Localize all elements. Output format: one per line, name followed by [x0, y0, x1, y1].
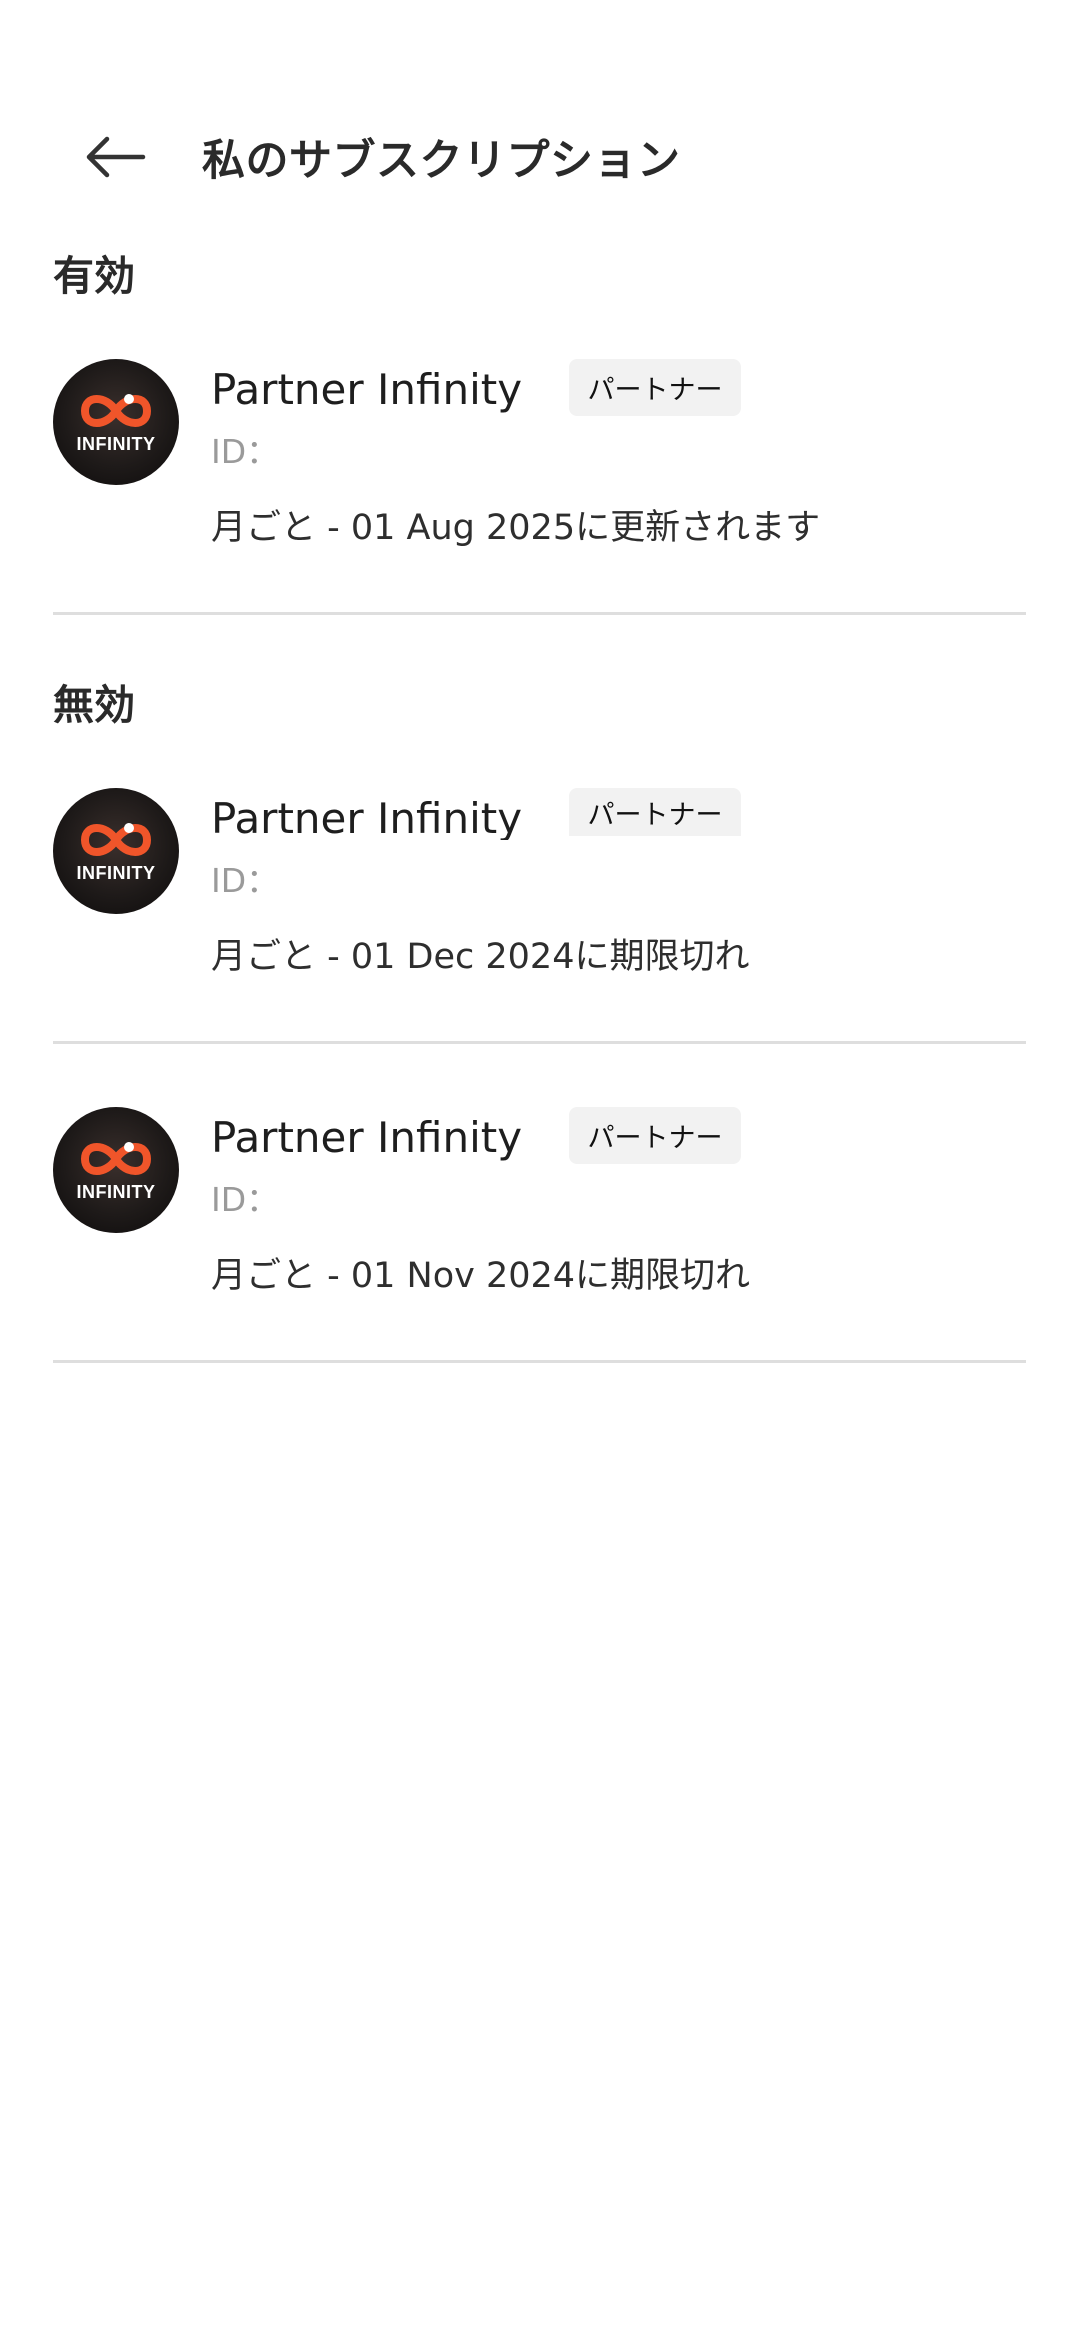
section-title-active: 有効 [53, 252, 135, 300]
infinity-logo-icon [80, 823, 152, 856]
subscription-item-active-1[interactable]: INFINITY Partner Infinity パートナー ID： 月ごと … [0, 359, 1080, 559]
subscription-item-inactive-1[interactable]: INFINITY Partner Infinity パートナー ID： 月ごと … [0, 788, 1080, 988]
divider [53, 612, 1026, 615]
partner-badge: パートナー [569, 1107, 741, 1164]
partner-badge: パートナー [569, 359, 741, 416]
avatar-brand-text: INFINITY [76, 434, 156, 454]
subscription-status: 月ごと - 01 Dec 2024に期限切れ [211, 937, 750, 977]
infinity-logo-avatar: INFINITY [53, 359, 179, 485]
infinity-logo-icon [80, 394, 152, 427]
app-header: 私のサブスクリプション [0, 110, 1080, 204]
subscription-name: Partner Infinity [211, 794, 523, 840]
infinity-logo-avatar: INFINITY [53, 788, 179, 914]
subscription-name: Partner Infinity [211, 1113, 523, 1162]
infinity-logo-avatar: INFINITY [53, 1107, 179, 1233]
avatar-brand-text: INFINITY [76, 1182, 156, 1202]
partner-badge: パートナー [569, 788, 741, 836]
subscription-name: Partner Infinity [211, 365, 523, 414]
divider [53, 1041, 1026, 1044]
infinity-logo-icon [80, 1142, 152, 1175]
subscription-item-inactive-2[interactable]: INFINITY Partner Infinity パートナー ID： 月ごと … [0, 1107, 1080, 1307]
section-title-inactive: 無効 [53, 681, 135, 729]
subscription-id-label: ID： [211, 1180, 280, 1219]
subscription-status: 月ごと - 01 Nov 2024に期限切れ [211, 1256, 751, 1296]
page-title: 私のサブスクリプション [202, 136, 681, 186]
back-button[interactable] [70, 124, 160, 190]
subscription-status: 月ごと - 01 Aug 2025に更新されます [211, 508, 821, 548]
subscription-id-label: ID： [211, 432, 280, 471]
avatar-brand-text: INFINITY [76, 863, 156, 883]
divider [53, 1360, 1026, 1363]
subscription-id-label: ID： [211, 861, 280, 900]
arrow-left-icon [86, 136, 146, 178]
